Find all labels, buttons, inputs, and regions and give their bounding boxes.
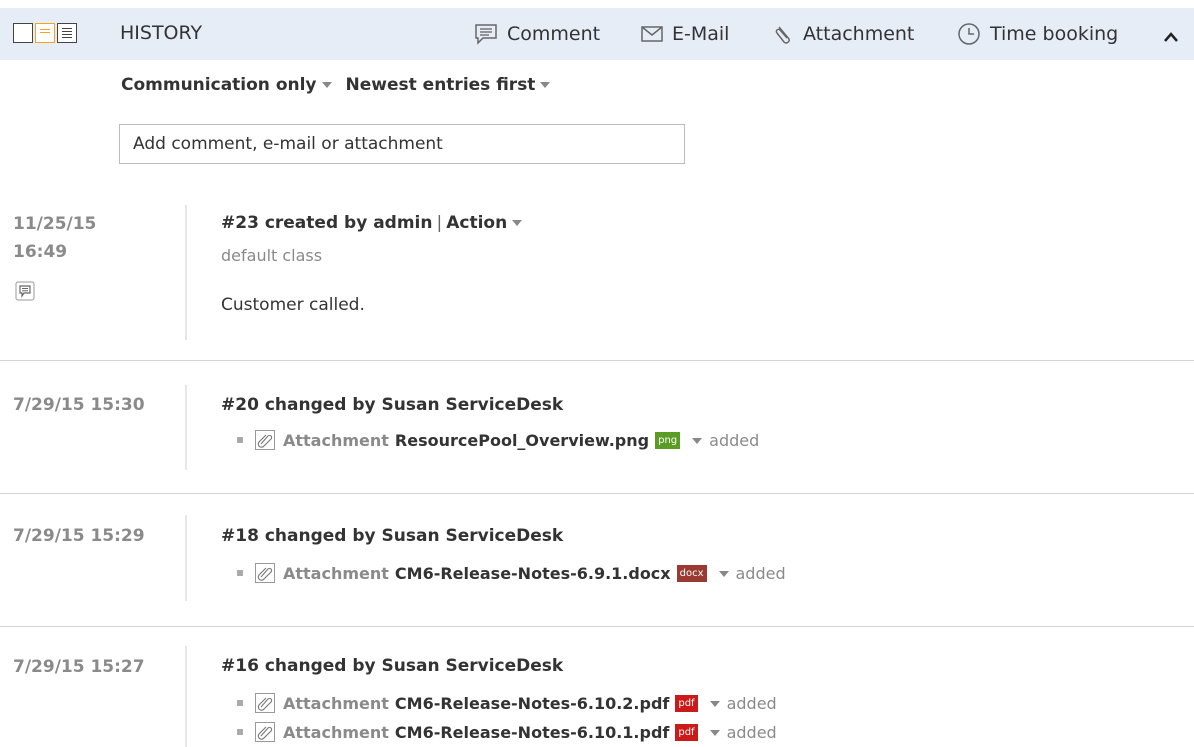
attachment-label: Attachment bbox=[283, 722, 389, 742]
entry-separator bbox=[0, 360, 1194, 361]
attachment-file-link[interactable]: CM6-Release-Notes-6.10.1.pdf bbox=[395, 723, 669, 742]
clock-icon bbox=[958, 23, 980, 45]
entry-text: Customer called. bbox=[221, 295, 365, 315]
attachment-file-link[interactable]: CM6-Release-Notes-6.9.1.docx bbox=[395, 564, 671, 583]
file-type-badge: pdf bbox=[675, 723, 698, 741]
entry-action-label: Action bbox=[446, 213, 508, 233]
attachment-status[interactable]: added bbox=[709, 722, 777, 742]
attachment-label: Attachment bbox=[283, 693, 389, 713]
history-title: HISTORY bbox=[120, 22, 203, 44]
chevron-down-icon bbox=[512, 220, 523, 226]
bullet bbox=[237, 700, 243, 706]
entry-separator bbox=[0, 493, 1194, 494]
single-column-view-icon[interactable] bbox=[13, 23, 33, 43]
order-filter-label: Newest entries first bbox=[345, 75, 536, 95]
collapse-chevron-up-icon[interactable] bbox=[1163, 28, 1179, 47]
entry-timestamp: 7/29/15 15:30 bbox=[13, 395, 145, 415]
view-switcher bbox=[13, 23, 79, 45]
timeline-divider bbox=[185, 205, 187, 340]
attachment-status-label: added bbox=[709, 430, 760, 450]
entry-title: #18 changed by Susan ServiceDesk bbox=[221, 526, 564, 546]
time-booking-label: Time booking bbox=[990, 23, 1119, 45]
entry-action-dropdown[interactable]: Action bbox=[446, 213, 523, 233]
entry-title: #16 changed by Susan ServiceDesk bbox=[221, 656, 564, 676]
title-separator: | bbox=[436, 213, 443, 233]
attachment-status-label: added bbox=[726, 722, 777, 742]
entry-timestamp: 7/29/15 15:27 bbox=[13, 657, 145, 677]
time-booking-button[interactable]: Time booking bbox=[957, 21, 1118, 47]
attachment-status[interactable]: added bbox=[718, 563, 786, 583]
timeline-divider bbox=[185, 646, 187, 747]
file-type-badge: png bbox=[655, 431, 681, 449]
comment-icon bbox=[475, 24, 497, 45]
add-comment-button[interactable]: Comment bbox=[474, 21, 600, 47]
entry-class: default class bbox=[221, 246, 323, 265]
attachment-row: Attachment CM6-Release-Notes-6.10.1.pdf … bbox=[237, 721, 777, 743]
bullet bbox=[237, 729, 243, 735]
comment-label: Comment bbox=[507, 23, 601, 45]
paperclip-icon bbox=[775, 26, 790, 44]
chevron-down-icon bbox=[709, 730, 720, 736]
attachment-row: Attachment CM6-Release-Notes-6.10.2.pdf … bbox=[237, 692, 777, 714]
attachment-status[interactable]: added bbox=[692, 431, 759, 450]
history-filters: Communication only Newest entries first bbox=[121, 75, 564, 95]
entry-title: #23 created by admin | Action bbox=[221, 213, 523, 233]
attachment-label: Attachment bbox=[803, 23, 915, 45]
file-type-badge: docx bbox=[676, 564, 707, 582]
attachment-label: Attachment bbox=[283, 563, 389, 583]
order-filter-dropdown[interactable]: Newest entries first bbox=[346, 75, 551, 95]
entry-separator bbox=[0, 626, 1194, 627]
comment-icon bbox=[15, 281, 35, 305]
attachment-status-label: added bbox=[735, 563, 786, 583]
email-label: E-Mail bbox=[672, 23, 730, 45]
list-view-icon[interactable] bbox=[57, 23, 77, 43]
attachment-row: Attachment ResourcePool_Overview.png png… bbox=[237, 429, 759, 451]
attachment-file-link[interactable]: CM6-Release-Notes-6.10.2.pdf bbox=[395, 694, 669, 713]
entry-timestamp: 7/29/15 15:29 bbox=[13, 526, 145, 546]
attachment-file-link[interactable]: ResourcePool_Overview.png bbox=[395, 431, 649, 450]
entry-time: 16:49 bbox=[13, 242, 68, 262]
entry-date: 11/25/15 bbox=[13, 214, 97, 234]
timeline-divider bbox=[185, 515, 187, 601]
scope-filter-dropdown[interactable]: Communication only bbox=[121, 75, 332, 95]
entry-title: #20 changed by Susan ServiceDesk bbox=[221, 395, 564, 415]
attachment-status[interactable]: added bbox=[709, 693, 777, 713]
attachment-status-label: added bbox=[726, 693, 777, 713]
attachment-icon bbox=[255, 563, 275, 583]
chevron-down-icon bbox=[692, 438, 703, 444]
attachment-icon bbox=[255, 430, 275, 450]
send-email-button[interactable]: E-Mail bbox=[641, 21, 729, 47]
attachment-icon bbox=[255, 722, 275, 742]
history-header: HISTORY Comment E-Mail Attachment Time b… bbox=[0, 8, 1194, 60]
scope-filter-label: Communication only bbox=[121, 75, 317, 95]
attachment-row: Attachment CM6-Release-Notes-6.9.1.docx … bbox=[237, 562, 786, 584]
timeline-divider bbox=[185, 385, 187, 470]
bullet bbox=[237, 437, 243, 443]
entry-title-text: #23 created by admin bbox=[221, 213, 433, 233]
chevron-down-icon bbox=[709, 701, 720, 707]
two-column-view-icon[interactable] bbox=[35, 23, 55, 43]
email-icon bbox=[641, 26, 663, 42]
bullet bbox=[237, 570, 243, 576]
chevron-down-icon bbox=[321, 82, 332, 88]
attachment-icon bbox=[255, 693, 275, 713]
file-type-badge: pdf bbox=[675, 694, 698, 712]
add-entry-input[interactable]: Add comment, e-mail or attachment bbox=[119, 124, 685, 164]
chevron-down-icon bbox=[718, 571, 729, 577]
add-attachment-button[interactable]: Attachment bbox=[774, 21, 914, 47]
chevron-down-icon bbox=[540, 82, 551, 88]
attachment-label: Attachment bbox=[283, 430, 389, 450]
